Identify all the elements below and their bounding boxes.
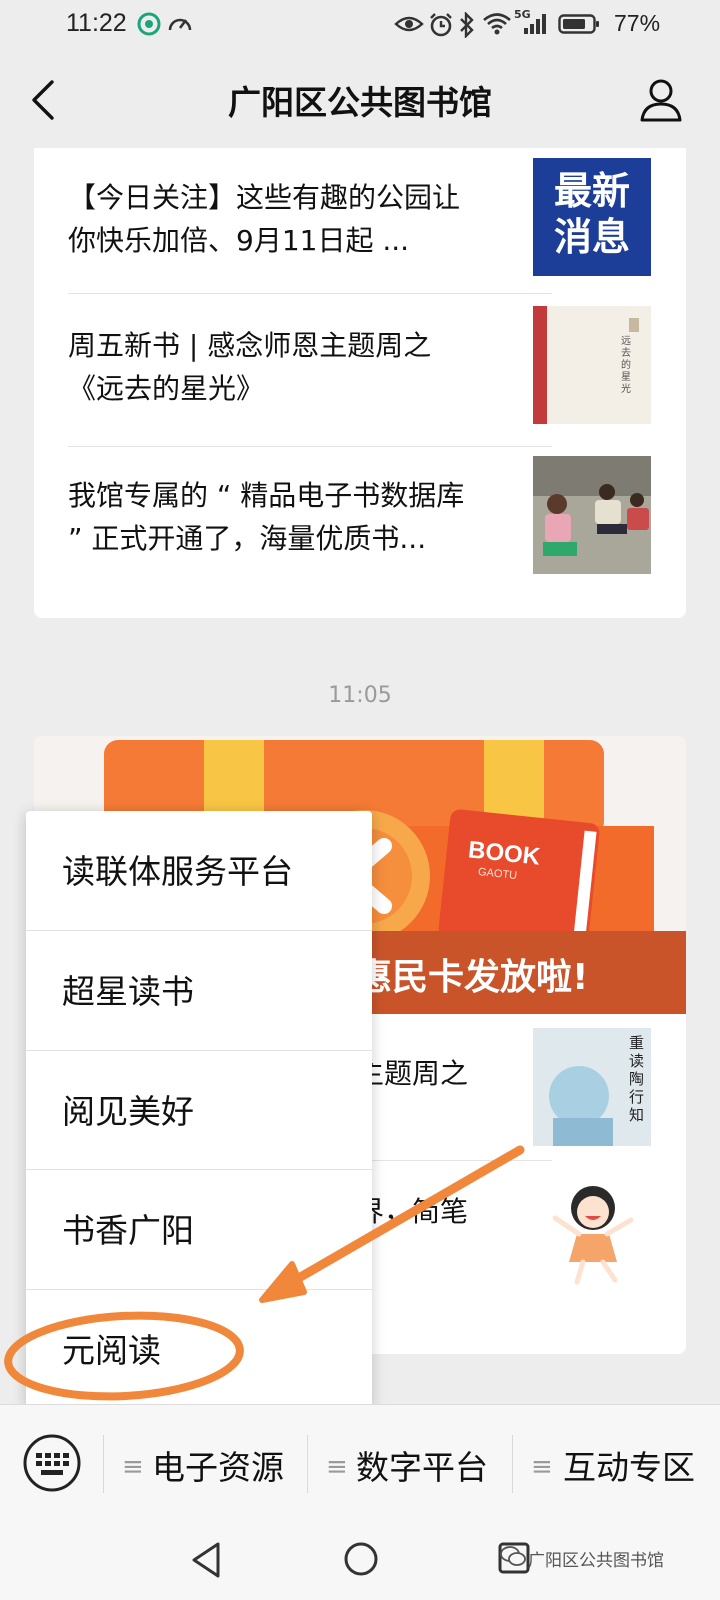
- wechat-icon: [500, 1546, 526, 1566]
- nav-home-circle-icon[interactable]: [342, 1540, 380, 1578]
- tab-label: 互动专区: [563, 1448, 695, 1487]
- tab-label: 数字平台: [356, 1448, 488, 1487]
- bottom-menu-bar: ≡ 电子资源 ≡ 数字平台 ≡ 互动专区: [0, 1404, 720, 1520]
- tab-shuzi-pingtai[interactable]: ≡ 数字平台: [308, 1405, 512, 1521]
- annotation-overlay: [4, 1145, 525, 1401]
- menu-lines-icon: ≡: [531, 1452, 553, 1482]
- menu-lines-icon: ≡: [122, 1452, 144, 1482]
- tab-dianzi-ziyuan[interactable]: ≡ 电子资源: [104, 1405, 307, 1521]
- tab-hudong-zhuanqu[interactable]: ≡ 互动专区: [513, 1405, 720, 1521]
- watermark-text: 广阳区公共图书馆: [528, 1551, 664, 1571]
- annotation-circle-icon: [4, 1311, 244, 1401]
- annotation-arrowhead-icon: [259, 1261, 307, 1303]
- nav-back-triangle-icon[interactable]: [188, 1540, 224, 1580]
- keyboard-icon[interactable]: [22, 1433, 82, 1493]
- menu-lines-icon: ≡: [326, 1452, 348, 1482]
- tab-label: 电子资源: [152, 1448, 284, 1487]
- annotation-arrow-icon: [273, 1145, 525, 1295]
